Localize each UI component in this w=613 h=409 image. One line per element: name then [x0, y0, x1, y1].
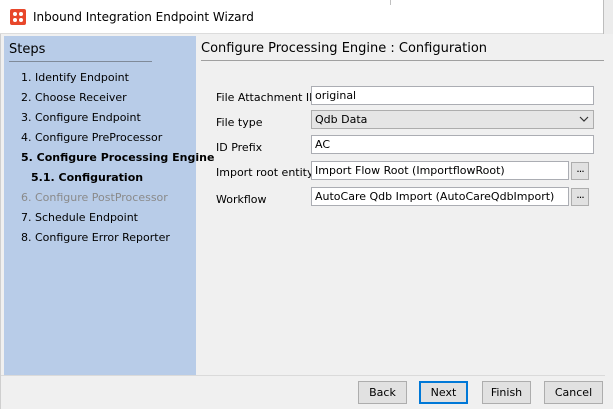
step-configure-error-reporter[interactable]: 8. Configure Error Reporter — [21, 231, 170, 244]
background-window-edge — [603, 0, 613, 34]
app-logo-icon — [10, 9, 26, 25]
next-button[interactable]: Next — [419, 381, 468, 404]
workflow-label: Workflow — [216, 193, 267, 206]
steps-panel: Steps 1. Identify Endpoint 2. Choose Rec… — [4, 36, 214, 375]
step-choose-receiver[interactable]: 2. Choose Receiver — [21, 91, 127, 104]
id-prefix-label: ID Prefix — [216, 141, 263, 154]
workflow-browse-button[interactable]: ... — [571, 188, 589, 206]
file-attachment-id-input[interactable]: original — [311, 86, 594, 105]
window-title: Inbound Integration Endpoint Wizard — [33, 10, 254, 24]
step-configure-preprocessor[interactable]: 4. Configure PreProcessor — [21, 131, 162, 144]
step-schedule-endpoint[interactable]: 7. Schedule Endpoint — [21, 211, 138, 224]
step-configure-processing-engine[interactable]: 5. Configure Processing Engine — [21, 151, 214, 164]
file-type-select[interactable]: Qdb Data — [311, 110, 594, 129]
title-bar: Inbound Integration Endpoint Wizard — [0, 0, 613, 34]
wizard-body: Steps 1. Identify Endpoint 2. Choose Rec… — [0, 34, 605, 409]
background-window-edge — [390, 0, 391, 5]
import-root-entity-browse-button[interactable]: ... — [571, 162, 589, 180]
step-identify-endpoint[interactable]: 1. Identify Endpoint — [21, 71, 129, 84]
cancel-button[interactable]: Cancel — [544, 381, 603, 404]
step-configuration[interactable]: 5.1. Configuration — [31, 171, 143, 184]
file-type-label: File type — [216, 116, 263, 129]
finish-button[interactable]: Finish — [482, 381, 531, 404]
import-root-entity-input[interactable]: Import Flow Root (ImportflowRoot) — [311, 161, 569, 180]
divider — [201, 60, 604, 61]
chevron-down-icon — [579, 116, 589, 122]
file-type-value: Qdb Data — [315, 113, 368, 126]
divider — [9, 61, 152, 62]
page-title: Configure Processing Engine : Configurat… — [201, 41, 488, 56]
step-configure-endpoint[interactable]: 3. Configure Endpoint — [21, 111, 141, 124]
step-configure-postprocessor: 6. Configure PostProcessor — [21, 191, 168, 204]
file-attachment-id-label: File Attachment ID — [216, 91, 318, 104]
id-prefix-input[interactable]: AC — [311, 135, 594, 154]
workflow-input[interactable]: AutoCare Qdb Import (AutoCareQdbImport) — [311, 187, 569, 206]
steps-heading: Steps — [9, 42, 46, 57]
divider — [1, 375, 605, 376]
back-button[interactable]: Back — [358, 381, 407, 404]
import-root-entity-label: Import root entity — [216, 166, 314, 179]
